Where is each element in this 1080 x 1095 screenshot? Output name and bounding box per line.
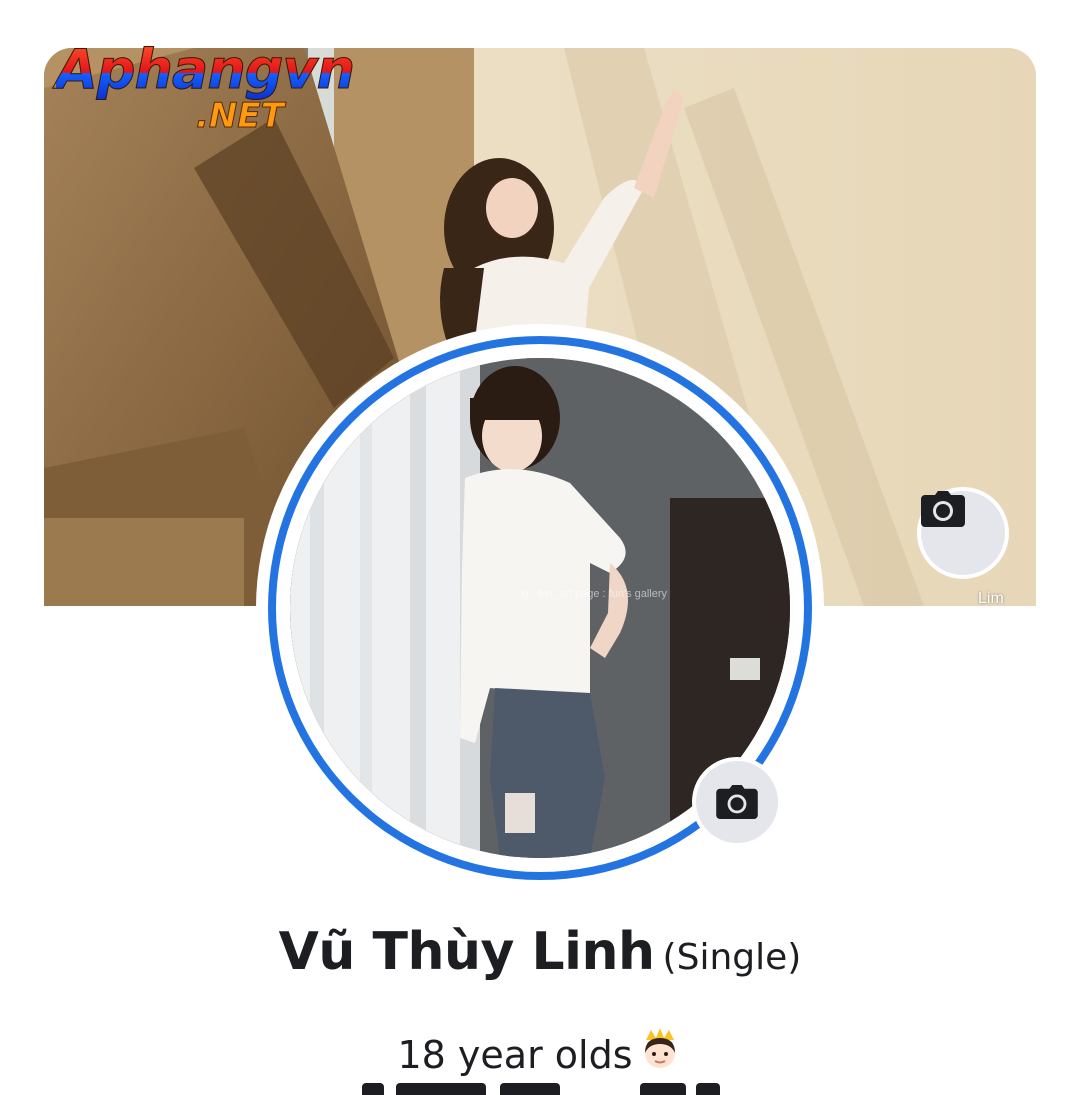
profile-page: Lim Aphangvn .NET ig: fun_art page: fu… xyxy=(0,0,1080,1095)
relationship-status: (Single) xyxy=(662,937,802,978)
camera-icon xyxy=(716,785,758,819)
bio-text: 18 year olds xyxy=(397,1033,633,1077)
profile-bio: 18 year olds xyxy=(0,1026,1080,1081)
cover-camera-button[interactable] xyxy=(917,487,1009,579)
cover-photo-credit: Lim xyxy=(978,590,1004,606)
watermark-suffix-text: .NET xyxy=(196,96,285,137)
profile-picture-camera-button[interactable] xyxy=(692,757,782,847)
site-watermark-logo: Aphangvn .NET xyxy=(55,38,386,138)
watermark-brand-text: Aphangvn xyxy=(55,38,355,102)
profile-name: Vũ Thùy Linh xyxy=(278,922,655,982)
bio-next-line-partial xyxy=(0,1083,1080,1095)
princess-emoji-icon xyxy=(637,1026,683,1081)
profile-name-row: Vũ Thùy Linh (Single) xyxy=(0,922,1080,982)
profile-photo-watermark: ig : fun_art page : fun's gallery xyxy=(520,588,668,600)
camera-icon xyxy=(921,491,965,527)
